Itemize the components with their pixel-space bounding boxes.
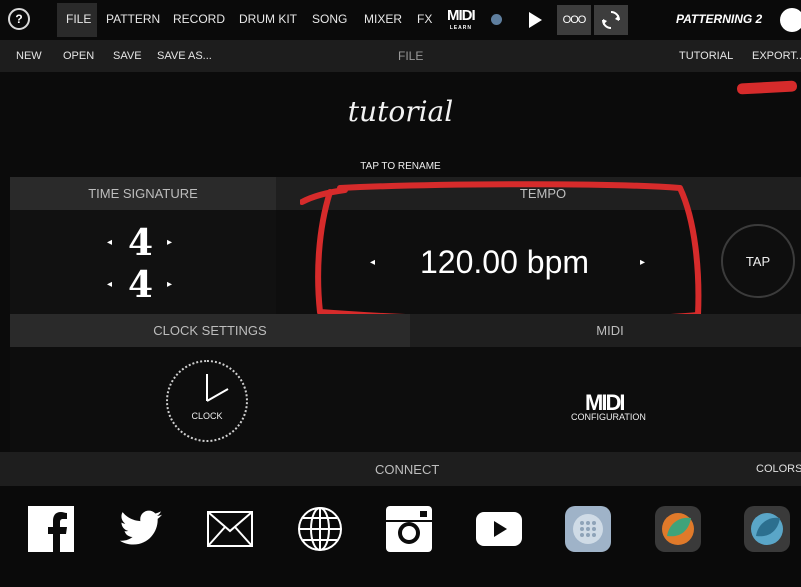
- sync-button[interactable]: [594, 5, 628, 35]
- connect-label: CONNECT: [375, 462, 440, 477]
- tap-tempo-button[interactable]: TAP: [721, 224, 795, 298]
- tab-song[interactable]: SONG: [312, 12, 347, 26]
- twitter-icon[interactable]: [118, 506, 164, 552]
- globe-icon[interactable]: [297, 506, 343, 552]
- mail-icon[interactable]: [207, 506, 253, 552]
- tab-mixer[interactable]: MIXER: [364, 12, 402, 26]
- midi-learn-sub: LEARN: [449, 25, 472, 31]
- sync-icon: [602, 11, 620, 29]
- numerator-right-arrow-icon[interactable]: ▸: [167, 237, 172, 248]
- loop-icon: OOO: [562, 14, 587, 26]
- clock-icon: [206, 374, 229, 402]
- time-signature-numerator[interactable]: 4: [128, 222, 153, 264]
- tempo-highlight-annotation: [300, 181, 702, 323]
- loop-button[interactable]: OOO: [557, 5, 591, 35]
- tutorial-button[interactable]: TUTORIAL: [679, 50, 733, 62]
- tab-pattern[interactable]: PATTERN: [106, 12, 160, 26]
- project-name[interactable]: tutorial: [0, 95, 801, 128]
- save-button[interactable]: SAVE: [113, 50, 142, 62]
- clock-settings-label: CLOCK SETTINGS: [153, 323, 267, 338]
- record-indicator-icon[interactable]: [491, 14, 502, 25]
- denominator-right-arrow-icon[interactable]: ▸: [167, 279, 172, 290]
- file-toolbar: NEW OPEN SAVE SAVE AS... FILE TUTORIAL E…: [0, 40, 801, 72]
- toolbar-title: FILE: [398, 49, 424, 63]
- midi-configuration-label[interactable]: CONFIGURATION: [571, 412, 646, 422]
- tab-record[interactable]: RECORD: [173, 12, 225, 26]
- tab-fx[interactable]: FX: [417, 12, 432, 26]
- app-icon-1[interactable]: [565, 506, 611, 552]
- new-button[interactable]: NEW: [16, 50, 42, 62]
- colors-button[interactable]: COLORS: [756, 463, 801, 475]
- save-as-button[interactable]: SAVE AS...: [157, 50, 212, 62]
- midi-label: MIDI: [596, 323, 624, 338]
- denominator-left-arrow-icon[interactable]: ◂: [107, 279, 112, 290]
- help-icon: ?: [15, 12, 23, 26]
- clock-settings-header: CLOCK SETTINGS: [10, 314, 410, 347]
- power-toggle[interactable]: [780, 8, 801, 32]
- midi-header: MIDI: [410, 314, 801, 347]
- top-navigation: ? FILE PATTERN RECORD DRUM KIT SONG MIXE…: [0, 0, 801, 40]
- time-signature-header: TIME SIGNATURE: [10, 177, 276, 210]
- numerator-left-arrow-icon[interactable]: ◂: [107, 237, 112, 248]
- clock-settings-button[interactable]: [166, 360, 248, 442]
- instagram-icon[interactable]: [386, 506, 432, 552]
- midi-learn-button[interactable]: MIDI LEARN: [447, 8, 476, 35]
- app-brand: PATTERNING 2: [676, 12, 763, 26]
- app-icon-2[interactable]: [655, 506, 701, 552]
- annotation-mark: [736, 80, 798, 95]
- play-icon[interactable]: [529, 12, 542, 28]
- facebook-icon[interactable]: [28, 506, 74, 552]
- tap-to-rename-hint: TAP TO RENAME: [360, 161, 441, 172]
- export-button[interactable]: EXPORT...: [752, 50, 801, 62]
- tab-drum-kit[interactable]: DRUM KIT: [239, 12, 297, 26]
- tab-file[interactable]: FILE: [66, 12, 91, 26]
- help-button[interactable]: ?: [8, 8, 30, 30]
- youtube-icon[interactable]: [476, 506, 522, 552]
- tap-label: TAP: [745, 253, 771, 269]
- open-button[interactable]: OPEN: [63, 50, 94, 62]
- time-signature-denominator[interactable]: 4: [128, 264, 153, 306]
- app-icon-3[interactable]: [744, 506, 790, 552]
- settings-panel: [10, 347, 801, 452]
- clock-label: CLOCK: [191, 411, 223, 421]
- time-signature-label: TIME SIGNATURE: [88, 186, 198, 201]
